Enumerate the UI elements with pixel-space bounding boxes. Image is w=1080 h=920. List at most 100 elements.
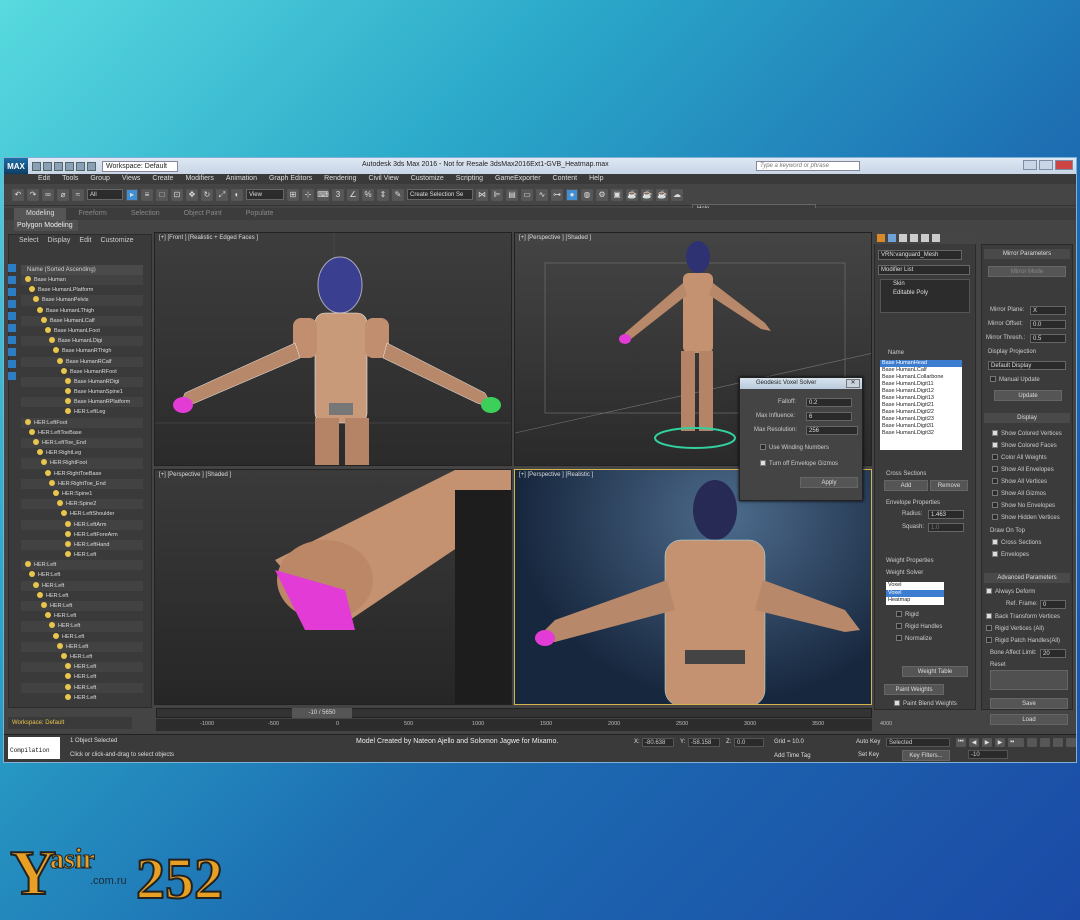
display-option-checkbox[interactable]: Show Colored Vertices bbox=[992, 428, 1072, 440]
unlink-icon[interactable]: ⌀ bbox=[57, 188, 69, 201]
filter-xrefs-icon[interactable] bbox=[8, 348, 16, 356]
scene-tree-row[interactable]: HER:Left bbox=[21, 641, 143, 652]
modifier-list-dropdown[interactable]: Modifier List bbox=[878, 265, 970, 275]
place-icon[interactable]: ◐ bbox=[231, 188, 243, 201]
maximize-button[interactable] bbox=[1039, 160, 1053, 170]
display-projection-dropdown[interactable]: Default Display bbox=[988, 361, 1066, 370]
tab-selection[interactable]: Selection bbox=[119, 208, 172, 220]
mirror-mode-button[interactable]: Mirror Mode bbox=[988, 266, 1066, 277]
draw-envelopes-checkbox[interactable]: Envelopes bbox=[992, 551, 1029, 558]
scene-tree-row[interactable]: HER:LeftHand bbox=[21, 539, 143, 551]
manual-update-checkbox[interactable]: Manual Update bbox=[990, 376, 1040, 383]
scene-tree-row[interactable]: HER:LeftForeArm bbox=[21, 530, 143, 540]
x-coordinate[interactable]: -80.638 bbox=[642, 738, 674, 747]
filter-bones-icon[interactable] bbox=[8, 360, 16, 368]
scene-tree-row[interactable]: Base HumanRDigi bbox=[21, 376, 143, 388]
reset-tools[interactable] bbox=[990, 670, 1068, 690]
scene-menu-customize[interactable]: Customize bbox=[100, 235, 133, 246]
scene-tree-row[interactable]: HER:LeftLeg bbox=[21, 407, 143, 417]
polygon-modeling-panel[interactable]: Polygon Modeling bbox=[14, 220, 78, 231]
option-voxel[interactable]: Voxel bbox=[886, 590, 944, 597]
link-icon[interactable]: ∞ bbox=[42, 188, 54, 201]
track-bar[interactable]: -1000 -500 0 500 1000 1500 2000 2500 3000 3500 400… bbox=[156, 719, 892, 731]
viewport-label[interactable]: [+] [Perspective ] [Realistic ] bbox=[519, 472, 593, 478]
filter-geometry-icon[interactable] bbox=[8, 264, 16, 272]
menu-gameexporter[interactable]: GameExporter bbox=[495, 174, 541, 184]
scene-tree-row[interactable]: HER:Left bbox=[21, 693, 143, 703]
scene-tree-row[interactable]: HER:Spine2 bbox=[21, 499, 143, 510]
ribbon-toggle-icon[interactable]: ▭ bbox=[521, 188, 533, 201]
weight-solver-options[interactable]: Voxel Heatmap bbox=[886, 590, 944, 605]
align-icon[interactable]: ⊫ bbox=[491, 188, 503, 201]
menu-content[interactable]: Content bbox=[553, 174, 578, 184]
mirror-parameters-heading[interactable]: Mirror Parameters bbox=[984, 249, 1070, 259]
move-icon[interactable]: ✥ bbox=[186, 188, 198, 201]
bone-list-item[interactable]: Base HumanLDigit32 bbox=[880, 430, 962, 437]
bind-spacewarp-icon[interactable]: ≈ bbox=[72, 188, 84, 201]
scene-tree-row[interactable]: HER:RightLeg bbox=[21, 448, 143, 458]
menu-customize[interactable]: Customize bbox=[411, 174, 444, 184]
motion-tab-icon[interactable] bbox=[910, 234, 918, 242]
scene-tree-row[interactable]: Base HumanRCalf bbox=[21, 356, 143, 367]
workspace-dropdown[interactable]: Workspace: Default bbox=[102, 160, 178, 172]
bone-list-item[interactable]: Base HumanLCalf bbox=[880, 367, 962, 374]
add-section-button[interactable]: Add bbox=[884, 480, 928, 491]
set-key-label[interactable]: Set Key bbox=[858, 752, 879, 758]
bone-affect-input[interactable]: 20 bbox=[1040, 649, 1066, 658]
menu-modifiers[interactable]: Modifiers bbox=[185, 174, 213, 184]
close-icon[interactable]: ✕ bbox=[846, 379, 860, 388]
bone-list-item[interactable]: Base HumanLDigit23 bbox=[880, 416, 962, 423]
window-crossing-icon[interactable]: ⊡ bbox=[171, 188, 183, 201]
scene-tree-row[interactable]: HER:Left bbox=[21, 560, 143, 571]
viewport-perspective-hand[interactable]: [+] [Perspective ] [Shaded ] bbox=[154, 469, 512, 705]
bone-list-item[interactable]: Base HumanLDigit11 bbox=[880, 381, 962, 388]
scene-tree-row[interactable]: HER:RightFoot bbox=[21, 458, 143, 469]
update-button[interactable]: Update bbox=[994, 390, 1062, 401]
scene-tree-row[interactable]: Base HumanLThigh bbox=[21, 306, 143, 316]
time-slider[interactable]: -10 / 5650 bbox=[292, 708, 352, 718]
mirror-plane-dropdown[interactable]: X bbox=[1030, 306, 1066, 315]
scene-tree-row[interactable]: HER:RightToe_End bbox=[21, 478, 143, 489]
radius-input[interactable]: 1.463 bbox=[928, 510, 964, 519]
undo-icon[interactable]: ↶ bbox=[12, 188, 24, 201]
display-option-checkbox[interactable]: Show Hidden Vertices bbox=[992, 512, 1072, 524]
display-option-checkbox[interactable]: Show All Vertices bbox=[992, 476, 1072, 488]
menu-graph-editors[interactable]: Graph Editors bbox=[269, 174, 312, 184]
apply-button[interactable]: Apply bbox=[800, 477, 858, 488]
bone-list-item[interactable]: Base HumanLCollarbone bbox=[880, 374, 962, 381]
filter-containers-icon[interactable] bbox=[8, 372, 16, 380]
render-iterative-icon[interactable]: ☕ bbox=[641, 188, 653, 201]
render-production-icon[interactable]: ☕ bbox=[626, 188, 638, 201]
tab-populate[interactable]: Populate bbox=[234, 208, 286, 220]
menu-rendering[interactable]: Rendering bbox=[324, 174, 356, 184]
zoom-all-icon[interactable] bbox=[1027, 738, 1037, 747]
open-icon[interactable] bbox=[43, 161, 52, 171]
filter-groups-icon[interactable] bbox=[8, 336, 16, 344]
draw-cross-sections-checkbox[interactable]: Cross Sections bbox=[992, 539, 1041, 546]
scene-tree-row[interactable]: HER:Left bbox=[21, 662, 143, 673]
app-logo[interactable]: MAX bbox=[4, 158, 28, 174]
tab-freeform[interactable]: Freeform bbox=[66, 208, 118, 220]
selection-filter-dropdown[interactable]: All bbox=[87, 189, 123, 200]
display-option-checkbox[interactable]: Show No Envelopes bbox=[992, 500, 1072, 512]
paint-weights-button[interactable]: Paint Weights bbox=[884, 684, 944, 695]
bone-list[interactable]: Base HumanHead Base HumanLCalf Base HumanL… bbox=[880, 360, 962, 450]
option-heatmap[interactable]: Heatmap bbox=[886, 597, 944, 604]
filter-spacewarps-icon[interactable] bbox=[8, 324, 16, 332]
scene-tree-row[interactable]: HER:LeftShoulder bbox=[21, 509, 143, 519]
undo-icon[interactable] bbox=[65, 161, 74, 171]
squash-input[interactable]: 1.0 bbox=[928, 523, 964, 532]
scene-tree-row[interactable]: Base HumanLDigi bbox=[21, 336, 143, 347]
bone-list-item[interactable]: Base HumanLDigit12 bbox=[880, 388, 962, 395]
advanced-parameters-heading[interactable]: Advanced Parameters bbox=[984, 573, 1070, 583]
pan-icon[interactable] bbox=[1040, 738, 1050, 747]
render-online-icon[interactable]: ☁ bbox=[671, 188, 683, 201]
hierarchy-tab-icon[interactable] bbox=[899, 234, 907, 242]
scene-tree-row[interactable]: Base HumanPelvis bbox=[21, 295, 143, 306]
bone-list-item[interactable]: Base HumanLDigit31 bbox=[880, 423, 962, 430]
select-object-icon[interactable]: ▸ bbox=[126, 188, 138, 201]
add-time-tag[interactable]: Add Time Tag bbox=[774, 753, 811, 759]
menu-animation[interactable]: Animation bbox=[226, 174, 257, 184]
filter-lights-icon[interactable] bbox=[8, 288, 16, 296]
winding-checkbox[interactable]: Use Winding Numbers bbox=[760, 444, 829, 451]
